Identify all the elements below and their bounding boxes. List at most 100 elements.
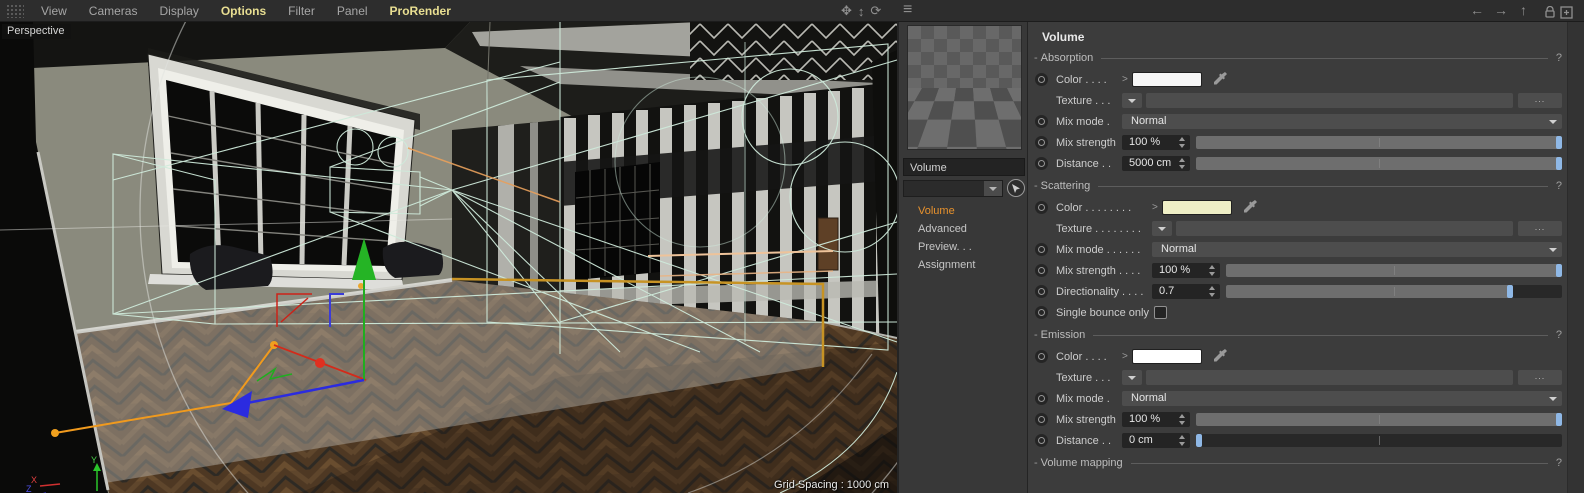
emission-distance-input[interactable]: 0 cm xyxy=(1122,433,1190,448)
scattering-directionality-slider[interactable] xyxy=(1226,285,1562,298)
section-header-volume-mapping[interactable]: - Volume mapping ? xyxy=(1034,454,1562,472)
keyframe-dot-icon[interactable] xyxy=(1034,412,1050,428)
material-editor-column: Volume Volume Advanced Preview. . . Assi… xyxy=(897,22,1028,493)
scattering-mixmode-select[interactable]: Normal xyxy=(1152,242,1562,257)
menu-filter[interactable]: Filter xyxy=(277,0,326,22)
menu-prorender[interactable]: ProRender xyxy=(379,0,462,22)
texture-chevron-button[interactable] xyxy=(1152,221,1172,236)
spinner-icon[interactable] xyxy=(1178,157,1187,170)
view-label[interactable]: Perspective xyxy=(2,24,72,39)
scattering-mixstrength-slider[interactable] xyxy=(1226,264,1562,277)
menu-cameras[interactable]: Cameras xyxy=(78,0,149,22)
history-forward-icon[interactable]: → xyxy=(1494,0,1508,22)
pick-material-button[interactable] xyxy=(1007,179,1025,197)
single-bounce-checkbox[interactable] xyxy=(1154,306,1167,319)
expand-arrow-icon[interactable]: > xyxy=(1122,74,1132,85)
spinner-icon[interactable] xyxy=(1178,434,1187,447)
scattering-color-swatch[interactable] xyxy=(1162,200,1232,215)
spinner-icon[interactable] xyxy=(1208,285,1217,298)
absorption-distance-slider[interactable] xyxy=(1196,157,1562,170)
texture-browse-button[interactable]: ... xyxy=(1518,221,1562,236)
scattering-mixstrength-input[interactable]: 100 % xyxy=(1152,263,1220,278)
keyframe-dot-icon[interactable] xyxy=(1034,263,1050,279)
menu-options[interactable]: Options xyxy=(210,0,277,22)
absorption-mixstrength-slider[interactable] xyxy=(1196,136,1562,149)
help-icon[interactable]: ? xyxy=(1556,52,1562,64)
material-tab-preview[interactable]: Preview. . . xyxy=(899,238,1030,256)
absorption-mixmode-select[interactable]: Normal xyxy=(1122,114,1562,129)
absorption-texture-row: Texture . . . ... xyxy=(1028,90,1562,111)
rotate-view-icon[interactable]: ⟳ xyxy=(870,3,881,19)
menu-panel[interactable]: Panel xyxy=(326,0,379,22)
emission-distance-slider[interactable] xyxy=(1196,434,1562,447)
application-window: View Cameras Display Options Filter Pane… xyxy=(0,0,1584,493)
texture-chevron-button[interactable] xyxy=(1122,370,1142,385)
keyframe-dot-icon[interactable] xyxy=(1034,284,1050,300)
keyframe-dot-icon[interactable] xyxy=(1034,200,1050,216)
keyframe-dot-icon[interactable] xyxy=(1034,72,1050,88)
material-tab-assignment[interactable]: Assignment xyxy=(899,256,1030,274)
history-back-icon[interactable]: ← xyxy=(1470,0,1484,22)
material-name-field[interactable]: Volume xyxy=(903,158,1025,176)
absorption-color-swatch[interactable] xyxy=(1132,72,1202,87)
attributes-title: Volume xyxy=(1042,30,1085,44)
eyedropper-icon[interactable] xyxy=(1212,348,1228,365)
eyedropper-icon[interactable] xyxy=(1242,199,1258,216)
section-header-absorption[interactable]: - Absorption ? xyxy=(1034,49,1562,67)
material-tab-advanced[interactable]: Advanced xyxy=(899,220,1030,238)
emission-mixstrength-slider[interactable] xyxy=(1196,413,1562,426)
viewport-menu-bar: View Cameras Display Options Filter Pane… xyxy=(0,0,1584,22)
keyframe-dot-icon[interactable] xyxy=(1034,135,1050,151)
absorption-distance-input[interactable]: 5000 cm xyxy=(1122,156,1190,171)
spinner-icon[interactable] xyxy=(1208,264,1217,277)
history-up-icon[interactable]: ↑ xyxy=(1520,0,1527,22)
keyframe-dot-icon[interactable] xyxy=(1034,242,1050,258)
spinner-icon[interactable] xyxy=(1178,136,1187,149)
material-preset-dropdown[interactable] xyxy=(903,180,1003,197)
scattering-directionality-input[interactable]: 0.7 xyxy=(1152,284,1220,299)
help-icon[interactable]: ? xyxy=(1556,180,1562,192)
dropdown-chevron-icon[interactable] xyxy=(984,181,1002,196)
keyframe-dot-icon[interactable] xyxy=(1034,349,1050,365)
expand-arrow-icon[interactable]: > xyxy=(1152,202,1162,213)
eyedropper-icon[interactable] xyxy=(1212,71,1228,88)
keyframe-dot-icon[interactable] xyxy=(1034,433,1050,449)
texture-browse-button[interactable]: ... xyxy=(1518,370,1562,385)
emission-texture-field[interactable] xyxy=(1146,370,1513,385)
absorption-texture-field[interactable] xyxy=(1146,93,1513,108)
emission-mixmode-row: Mix mode . Normal xyxy=(1028,388,1562,409)
texture-browse-button[interactable]: ... xyxy=(1518,93,1562,108)
emission-color-swatch[interactable] xyxy=(1132,349,1202,364)
attribute-menu-icon[interactable]: ≡ xyxy=(903,0,912,22)
emission-mixmode-select[interactable]: Normal xyxy=(1122,391,1562,406)
material-preview[interactable] xyxy=(907,25,1022,150)
keyframe-dot-icon[interactable] xyxy=(1034,305,1050,321)
help-icon[interactable]: ? xyxy=(1556,457,1562,469)
emission-mixstrength-input[interactable]: 100 % xyxy=(1122,412,1190,427)
panel-edge xyxy=(1567,22,1584,493)
scattering-mixmode-row: Mix mode . . . . . . Normal xyxy=(1028,239,1562,260)
keyframe-dot-icon[interactable] xyxy=(1034,391,1050,407)
pan-view-icon[interactable]: ✥ xyxy=(841,3,852,19)
keyframe-dot-icon[interactable] xyxy=(1034,156,1050,172)
emission-texture-row: Texture . . . ... xyxy=(1028,367,1562,388)
menu-display[interactable]: Display xyxy=(148,0,209,22)
zoom-view-icon[interactable]: ↕ xyxy=(858,4,865,19)
spinner-icon[interactable] xyxy=(1178,413,1187,426)
help-icon[interactable]: ? xyxy=(1556,329,1562,341)
section-header-scattering[interactable]: - Scattering ? xyxy=(1034,177,1562,195)
keyframe-dot-icon[interactable] xyxy=(1034,114,1050,130)
texture-chevron-button[interactable] xyxy=(1122,93,1142,108)
absorption-mixstrength-input[interactable]: 100 % xyxy=(1122,135,1190,150)
section-header-emission[interactable]: - Emission ? xyxy=(1034,326,1562,344)
material-tab-volume[interactable]: Volume xyxy=(899,202,1030,220)
expand-arrow-icon[interactable]: > xyxy=(1122,351,1132,362)
3d-viewport[interactable]: Y X Z Perspective Grid Spacing : 1000 cm xyxy=(0,0,981,493)
emission-color-row: Color . . . . > xyxy=(1028,346,1562,367)
scattering-mixstrength-row: Mix strength . . . . 100 % xyxy=(1028,260,1562,281)
emission-distance-row: Distance . . 0 cm xyxy=(1028,430,1562,451)
menu-view[interactable]: View xyxy=(30,0,78,22)
scattering-texture-field[interactable] xyxy=(1176,221,1513,236)
panel-grip-icon[interactable] xyxy=(6,3,24,18)
scattering-color-row: Color . . . . . . . . > xyxy=(1028,197,1562,218)
